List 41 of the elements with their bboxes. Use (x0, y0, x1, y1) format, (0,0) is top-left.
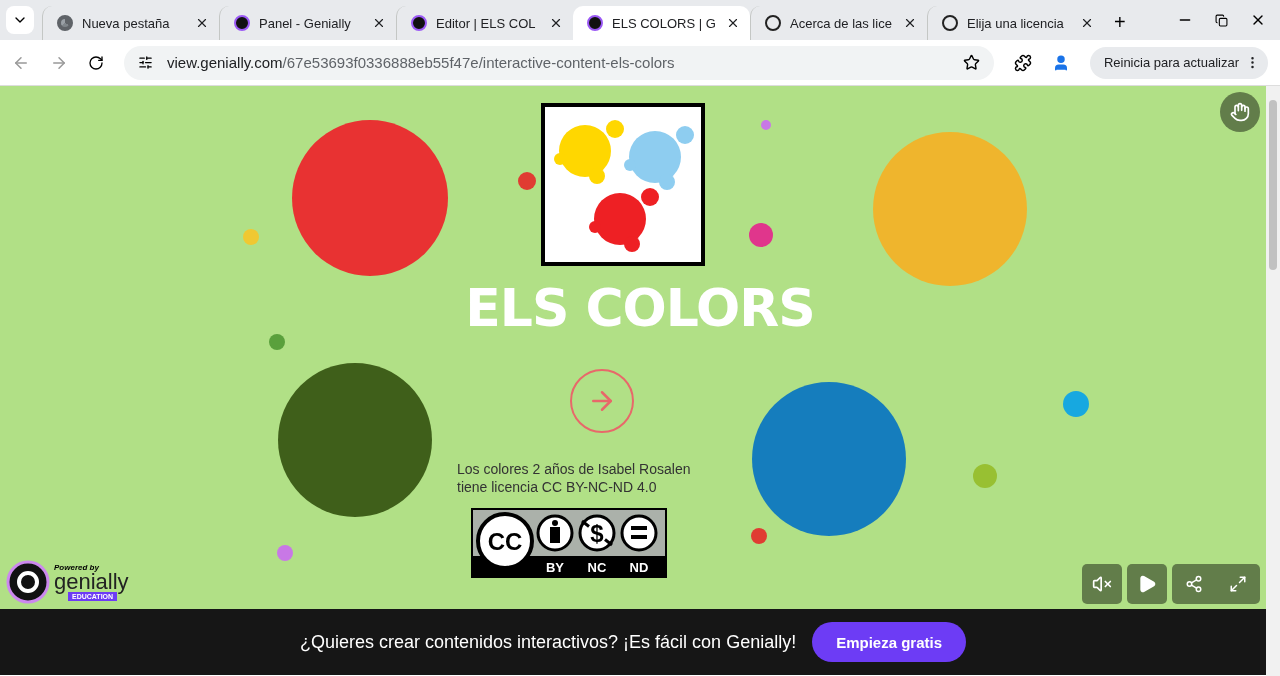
license-text: Los colores 2 años de Isabel Rosalen tiene licencia CC BY-NC-ND 4.0 (457, 460, 691, 496)
close-icon[interactable] (903, 16, 917, 30)
browser-tab[interactable]: ELS COLORS | G (573, 6, 750, 40)
play-icon (1137, 574, 1157, 594)
puzzle-icon[interactable] (1013, 53, 1032, 72)
address-field[interactable]: view.genially.com/67e53693f0336888eb55f47e/interactive-content-els-colors (124, 45, 994, 80)
cc-icon (765, 15, 781, 31)
scrollbar-thumb[interactable] (1269, 100, 1277, 270)
close-icon[interactable] (726, 16, 740, 30)
logo-icon (587, 15, 603, 31)
update-button[interactable]: Reinicia para actualizar (1089, 46, 1268, 79)
slide-title: ELS COLORS (464, 278, 816, 338)
restore-icon[interactable] (1215, 12, 1228, 28)
powered-by-text: Powered by (54, 563, 99, 572)
chrome-icon (57, 15, 73, 31)
mute-icon (1092, 574, 1112, 594)
hand-button[interactable] (1220, 92, 1260, 132)
browser-tab[interactable]: Nueva pestaña (42, 6, 219, 40)
promo-text: ¿Quieres crear contenidos interactivos? ¡Es fácil con Genially! (299, 631, 797, 653)
hand-icon (1230, 102, 1250, 122)
reload-icon[interactable] (88, 54, 104, 71)
genially-logo-icon (6, 560, 50, 604)
brand-text: genially (54, 572, 129, 592)
share-icon (1185, 575, 1203, 593)
new-tab-button[interactable]: + (1104, 11, 1136, 40)
star-icon[interactable] (962, 54, 980, 71)
close-icon[interactable] (549, 16, 563, 30)
close-icon[interactable] (372, 16, 386, 30)
logo-icon (234, 15, 250, 31)
logo-icon (411, 15, 427, 31)
fullscreen-icon (1229, 575, 1247, 593)
browser-tab[interactable]: Elija una licencia (927, 6, 1104, 40)
cc-icon (942, 15, 958, 31)
browser-tab[interactable]: Panel - Genially (219, 6, 396, 40)
tab-search-button[interactable] (6, 6, 34, 34)
license-badge: CC $ BY NC ND (471, 508, 667, 578)
close-icon[interactable] (1080, 16, 1094, 30)
site-settings-icon[interactable] (138, 55, 153, 70)
close-icon[interactable] (195, 16, 209, 30)
browser-tab[interactable]: Acerca de las lice (750, 6, 927, 40)
start-free-button[interactable]: Empieza gratis (812, 622, 967, 662)
